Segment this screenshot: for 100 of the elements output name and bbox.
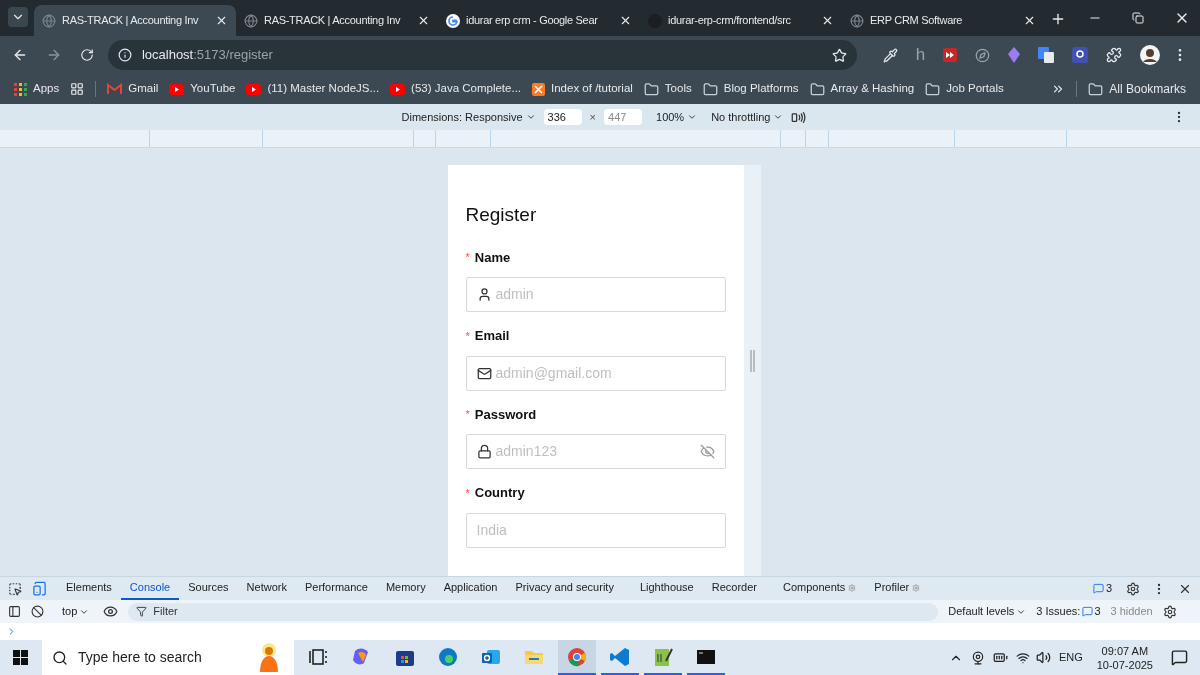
bookmark-item[interactable]: Array & Hashing	[809, 80, 915, 98]
times-sign: ×	[589, 109, 596, 125]
dimensions-dropdown[interactable]: Dimensions: Responsive	[401, 108, 536, 126]
hide-password-icon[interactable]	[699, 444, 715, 459]
input-field[interactable]: admin	[465, 277, 726, 312]
devtools-tab[interactable]: Recorder	[702, 577, 766, 600]
back-icon[interactable]	[12, 47, 28, 63]
restore-icon[interactable]	[1132, 12, 1144, 24]
globe-icon	[42, 13, 56, 28]
devtools-tab[interactable]: Profiler	[865, 577, 930, 600]
device-mode-icon[interactable]	[32, 581, 47, 596]
devtools-tab[interactable]: Network	[237, 577, 296, 600]
bookmark-item[interactable]: (53) Java Complete...	[390, 80, 522, 98]
zoom-dropdown[interactable]: 100%	[656, 108, 698, 126]
inspect-icon[interactable]	[8, 581, 22, 596]
width-field[interactable]: 336	[543, 109, 582, 125]
extension-letter-icon[interactable]: h	[915, 42, 926, 68]
devtools-tab[interactable]: Lighthouse	[630, 577, 703, 600]
bookmark-item[interactable]: Apps	[14, 80, 60, 98]
close-icon[interactable]	[1023, 14, 1036, 27]
clock[interactable]: 09:07 AM 10-07-2025	[1096, 643, 1153, 672]
browser-tab[interactable]: idurar-erp-crm/frontend/src	[640, 5, 842, 36]
tab-search-button[interactable]	[8, 7, 28, 27]
input-field[interactable]: admin@gmail.com	[465, 355, 726, 391]
devtools-tab[interactable]: Components	[774, 577, 866, 600]
bookmark-label: Array & Hashing	[830, 81, 915, 97]
browser-tab[interactable]: RAS-TRACK | Accounting Inv	[34, 5, 236, 36]
folder-icon	[702, 81, 718, 97]
bookmark-item[interactable]: Tools	[643, 80, 692, 98]
avatar-icon[interactable]	[1140, 45, 1160, 65]
volume-icon[interactable]	[1035, 650, 1051, 665]
devtools-tab[interactable]: Application	[434, 577, 507, 600]
globe-icon	[244, 13, 258, 28]
bookmark-star-icon[interactable]	[831, 47, 847, 63]
input-field[interactable]: India	[465, 512, 726, 548]
wifi-icon[interactable]	[1015, 650, 1030, 665]
devtools-tab[interactable]: Privacy and security	[506, 577, 623, 600]
message-count[interactable]: 3	[1092, 580, 1112, 597]
devtools-tab[interactable]: Memory	[376, 577, 435, 600]
settings-icon[interactable]	[1126, 581, 1140, 596]
compass-icon[interactable]	[975, 47, 991, 63]
battery-icon[interactable]	[992, 650, 1008, 665]
height-field[interactable]: 447	[604, 109, 642, 125]
new-tab-icon[interactable]	[1050, 11, 1066, 27]
search-input[interactable]: Type here to search	[78, 647, 244, 668]
extensions-icon[interactable]	[1106, 47, 1123, 63]
gear-icon	[848, 583, 857, 592]
all-bookmarks-item[interactable]: All Bookmarks	[1088, 80, 1186, 98]
notifications-icon[interactable]	[1171, 649, 1188, 666]
bookmark-item[interactable]: Gmail	[107, 80, 159, 98]
taskbar-search[interactable]: Type here to search	[42, 640, 294, 675]
bookmark-item[interactable]: YouTube	[169, 80, 236, 98]
required-mark: *	[465, 328, 470, 344]
resize-handle-icon[interactable]	[749, 349, 755, 372]
translate-icon[interactable]	[1038, 47, 1055, 63]
play-icon	[169, 83, 185, 95]
close-icon[interactable]	[417, 14, 430, 27]
camera-icon[interactable]	[970, 650, 985, 665]
text-input[interactable]: admin@gmail.com	[495, 362, 715, 384]
address-bar[interactable]: localhost:5173/register	[107, 40, 857, 70]
throttling-dropdown[interactable]: No throttling	[711, 108, 784, 126]
text-input[interactable]: admin123	[495, 441, 696, 462]
folder-icon	[809, 81, 825, 97]
text-input[interactable]: India	[476, 519, 715, 541]
fast-forward-icon[interactable]	[943, 48, 958, 62]
sidebar-icon[interactable]	[8, 605, 21, 618]
input-field[interactable]: admin123	[465, 434, 726, 469]
close-icon[interactable]	[619, 14, 632, 27]
reload-icon[interactable]	[79, 48, 94, 62]
devtools-tab[interactable]: Sources	[179, 577, 238, 600]
devtools-tab[interactable]: Performance	[295, 577, 377, 600]
close-icon[interactable]	[821, 14, 834, 27]
info-icon[interactable]	[117, 48, 132, 62]
rotate-icon[interactable]	[791, 109, 807, 125]
browser-tab[interactable]: ERP CRM Software	[842, 5, 1044, 36]
search-extension-icon[interactable]	[1072, 47, 1089, 63]
bookmark-item[interactable]: (11) Master NodeJS...	[246, 80, 380, 98]
settings-icon[interactable]	[1162, 604, 1177, 619]
bookmark-item[interactable]: Job Portals	[925, 80, 1004, 98]
language-indicator[interactable]: ENG	[1058, 649, 1083, 666]
filter-icon	[136, 606, 148, 617]
eye-icon[interactable]	[103, 604, 119, 619]
windows-icon[interactable]	[13, 649, 29, 666]
text-input[interactable]: admin	[495, 284, 715, 305]
grid-icon[interactable]	[70, 82, 85, 96]
bookmark-label: All Bookmarks	[1109, 81, 1186, 98]
clear-icon[interactable]	[31, 605, 44, 618]
browser-tab[interactable]: idurar erp crm - Google Sear	[438, 5, 640, 36]
issues-count[interactable]: 3	[1082, 603, 1101, 620]
bookmark-item[interactable]: Blog Platforms	[702, 80, 799, 98]
close-icon[interactable]	[215, 14, 228, 27]
devtools-tab[interactable]: Elements	[57, 577, 121, 600]
bookmark-label: Job Portals	[946, 81, 1004, 97]
browser-tab[interactable]: RAS-TRACK | Accounting Inv	[236, 5, 438, 36]
bookmark-item[interactable]: Index of /tutorial	[532, 80, 633, 98]
eyedropper-icon[interactable]	[882, 47, 898, 63]
message-icon	[1092, 583, 1104, 594]
context-dropdown[interactable]: top	[62, 603, 90, 620]
levels-dropdown[interactable]: Default levels	[948, 603, 1027, 620]
crystal-icon[interactable]	[1008, 47, 1021, 63]
